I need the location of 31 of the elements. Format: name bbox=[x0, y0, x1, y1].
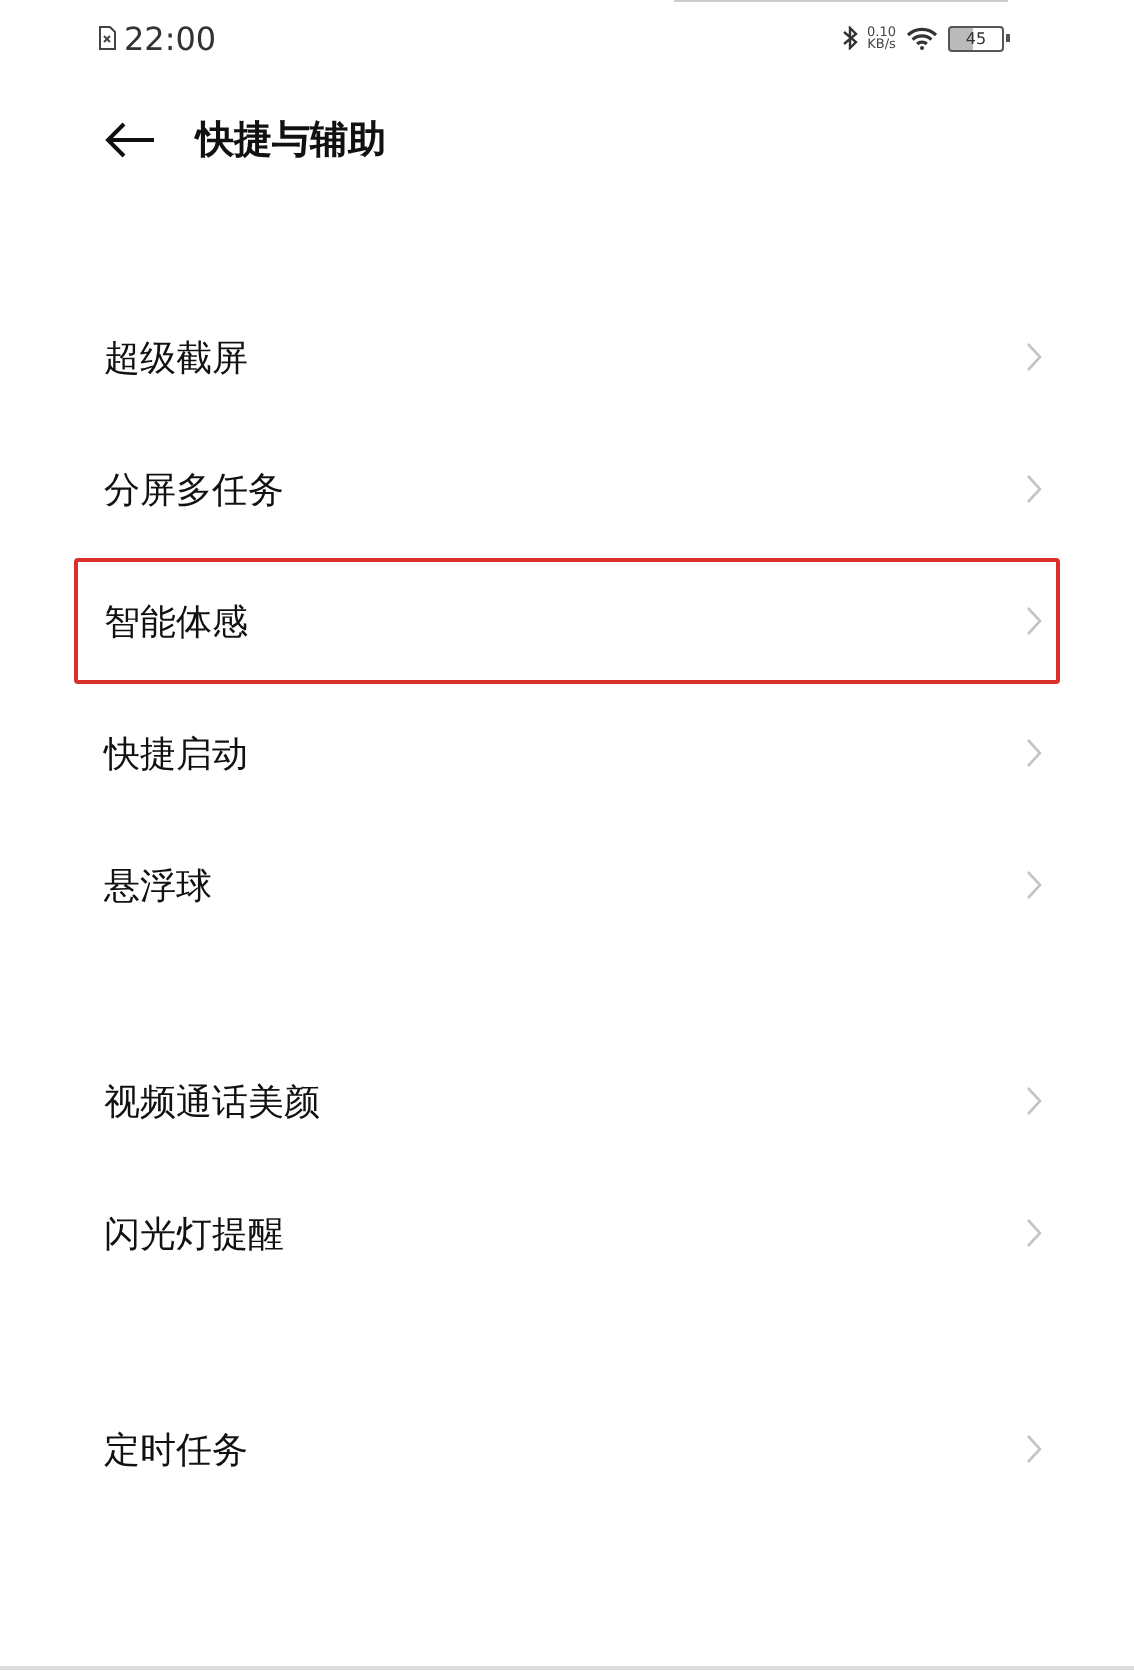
wifi-icon bbox=[906, 26, 938, 50]
settings-item[interactable]: 快捷启动 bbox=[74, 690, 1060, 816]
settings-label: 分屏多任务 bbox=[104, 467, 284, 513]
settings-item[interactable]: 悬浮球 bbox=[74, 822, 1060, 948]
settings-item[interactable]: 定时任务 bbox=[74, 1386, 1060, 1512]
settings-item[interactable]: 分屏多任务 bbox=[74, 426, 1060, 552]
settings-item[interactable]: 视频通话美颜 bbox=[74, 1038, 1060, 1164]
clock-time: 22:00 bbox=[124, 19, 217, 57]
settings-label: 视频通话美颜 bbox=[104, 1079, 320, 1125]
settings-item[interactable]: 超级截屏 bbox=[74, 294, 1060, 420]
sim-card-icon bbox=[98, 26, 116, 50]
bluetooth-icon bbox=[841, 26, 858, 50]
settings-label: 快捷启动 bbox=[104, 731, 248, 777]
settings-label: 智能体感 bbox=[104, 599, 248, 645]
chevron-right-icon bbox=[1026, 738, 1042, 768]
settings-label: 悬浮球 bbox=[104, 863, 212, 909]
settings-label: 闪光灯提醒 bbox=[104, 1211, 284, 1257]
back-button[interactable] bbox=[104, 122, 156, 158]
battery-icon: 45 bbox=[948, 25, 1010, 51]
chevron-right-icon bbox=[1026, 474, 1042, 504]
settings-label: 定时任务 bbox=[104, 1427, 248, 1473]
settings-item[interactable]: 闪光灯提醒 bbox=[74, 1170, 1060, 1296]
chevron-right-icon bbox=[1026, 1086, 1042, 1116]
chevron-right-icon bbox=[1026, 342, 1042, 372]
settings-item[interactable]: 智能体感 bbox=[74, 558, 1060, 684]
chevron-right-icon bbox=[1026, 1218, 1042, 1248]
settings-label: 超级截屏 bbox=[104, 335, 248, 381]
chevron-right-icon bbox=[1026, 606, 1042, 636]
page-title: 快捷与辅助 bbox=[196, 116, 386, 166]
chevron-right-icon bbox=[1026, 1434, 1042, 1464]
chevron-right-icon bbox=[1026, 870, 1042, 900]
